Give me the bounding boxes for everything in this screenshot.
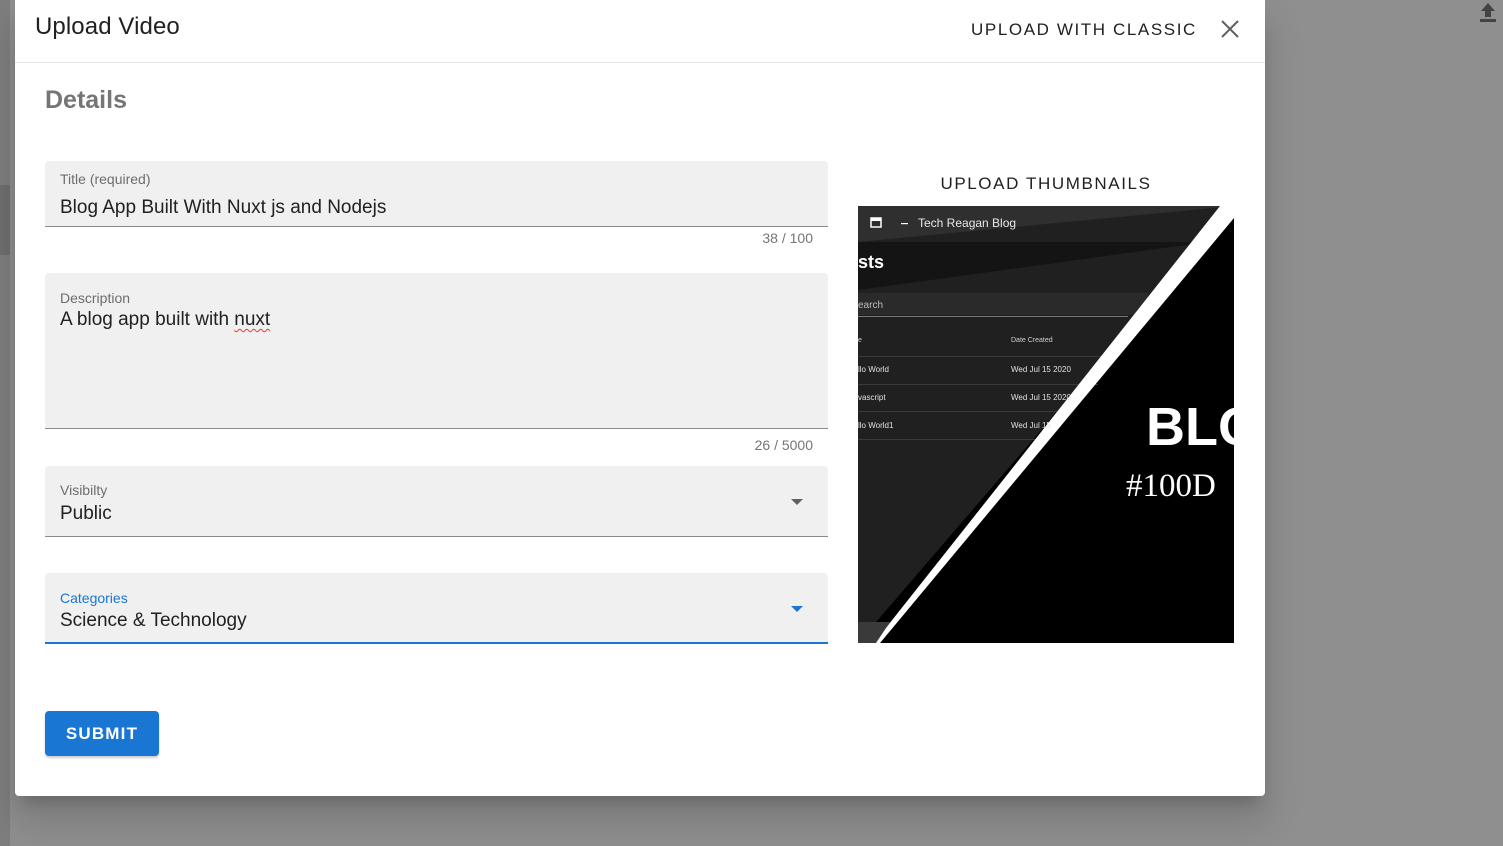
preview-window-title: Tech Reagan Blog (918, 216, 1017, 230)
thumbnail-preview[interactable]: Tech Reagan Blog sts earch e Date Create… (858, 206, 1234, 643)
backdrop-scrollbar (0, 185, 10, 255)
description-textarea[interactable]: A blog app built with nuxt (60, 309, 270, 331)
dropdown-caret-icon[interactable] (791, 606, 803, 612)
categories-select[interactable]: Categories Science & Technology (45, 573, 828, 644)
visibility-select[interactable]: Visibilty Public (45, 466, 828, 537)
title-input[interactable]: Blog App Built With Nuxt js and Nodejs (60, 197, 386, 219)
dropdown-caret-icon[interactable] (791, 499, 803, 505)
preview-tag-text: #100D (1126, 468, 1216, 504)
categories-label: Categories (60, 590, 128, 606)
backdrop (0, 0, 10, 846)
preview-row-date: Wed Jul 15 (1011, 421, 1051, 430)
title-label: Title (required) (60, 171, 151, 187)
preview-big-text: BLO (1146, 397, 1234, 457)
details-heading: Details (45, 86, 127, 114)
upload-with-classic-button[interactable]: UPLOAD WITH CLASSIC (963, 18, 1205, 42)
title-field[interactable]: Title (required) Blog App Built With Nux… (45, 161, 828, 227)
preview-row-title: llo World1 (858, 421, 894, 430)
close-icon[interactable] (1218, 17, 1242, 41)
visibility-value: Public (60, 503, 112, 524)
description-label: Description (60, 290, 131, 306)
preview-section: sts (858, 252, 885, 272)
title-counter: 38 / 100 (762, 230, 813, 246)
submit-button[interactable]: SUBMIT (45, 711, 159, 756)
visibility-label: Visibilty (60, 482, 108, 498)
description-text: A blog app built with (60, 309, 235, 330)
preview-row-title: llo World (858, 365, 889, 374)
upload-thumbnails-button[interactable]: UPLOAD THUMBNAILS (858, 174, 1234, 194)
preview-row-title: vascript (858, 393, 886, 402)
preview-search: earch (858, 300, 884, 311)
preview-col-date: Date Created (1011, 337, 1053, 344)
upload-icon[interactable] (1477, 0, 1499, 24)
description-field[interactable]: Description A blog app built with nuxt (45, 273, 828, 429)
upload-video-dialog: Upload Video UPLOAD WITH CLASSIC Details… (15, 0, 1265, 796)
preview-row-date: Wed Jul 15 2020 (1011, 365, 1071, 374)
description-counter: 26 / 5000 (754, 437, 813, 453)
preview-col-title: e (858, 337, 862, 344)
dialog-header: Upload Video UPLOAD WITH CLASSIC (15, 0, 1265, 63)
dialog-title: Upload Video (35, 13, 180, 40)
categories-value: Science & Technology (60, 610, 247, 631)
misspelled-word: nuxt (234, 309, 271, 330)
preview-row-date: Wed Jul 15 2020 (1011, 393, 1071, 402)
